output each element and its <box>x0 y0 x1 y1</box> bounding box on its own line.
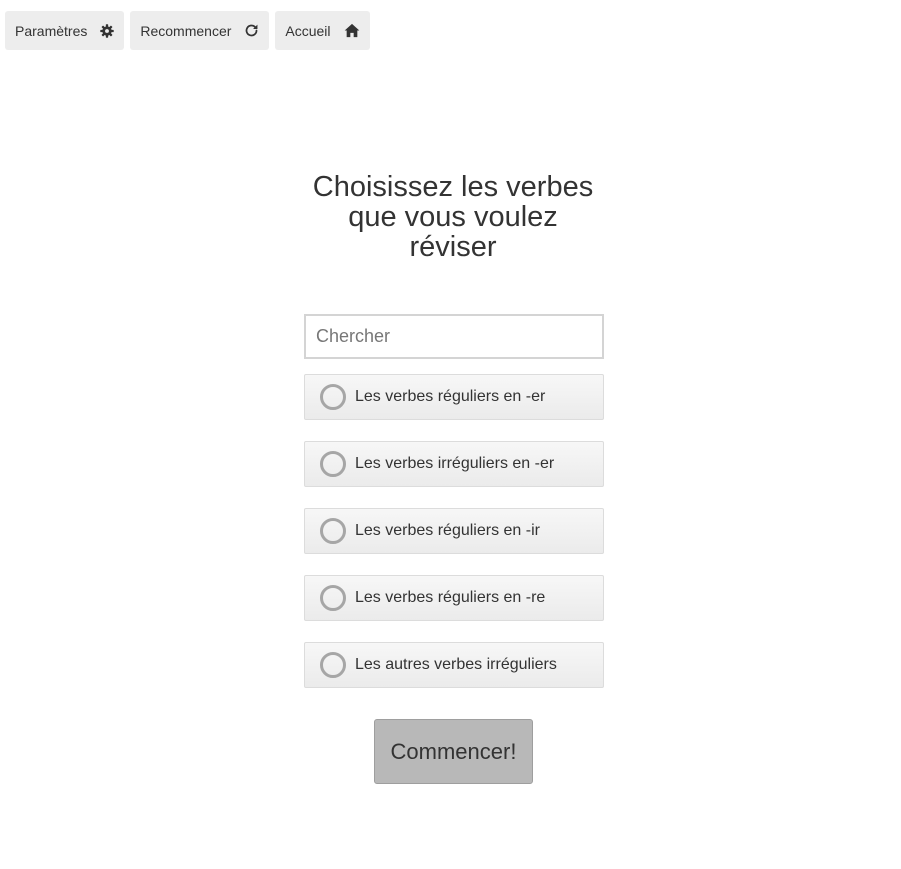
radio-icon[interactable] <box>320 384 346 410</box>
verb-group-label: Les verbes réguliers en -ir <box>355 522 540 539</box>
home-button-label: Accueil <box>285 22 331 39</box>
verb-group-label: Les autres verbes irréguliers <box>355 656 557 673</box>
gear-icon <box>100 23 115 38</box>
settings-button[interactable]: Paramètres <box>5 11 125 50</box>
verb-group-label: Les verbes irréguliers en -er <box>355 455 555 472</box>
verb-group-option[interactable]: Les verbes réguliers en -er <box>304 374 604 420</box>
home-button[interactable]: Accueil <box>275 11 370 50</box>
verb-group-label: Les verbes réguliers en -er <box>355 388 546 405</box>
radio-icon[interactable] <box>320 585 346 611</box>
restart-button-label: Recommencer <box>140 22 232 39</box>
radio-icon[interactable] <box>320 451 346 477</box>
radio-icon[interactable] <box>320 652 346 678</box>
radio-icon[interactable] <box>320 518 346 544</box>
search-input[interactable] <box>304 314 604 359</box>
settings-button-label: Paramètres <box>15 22 88 39</box>
start-button[interactable]: Commencer! <box>374 719 533 784</box>
top-toolbar: Paramètres Recommencer Accueil <box>5 11 370 50</box>
page-title: Choisissez les verbes que vous voulez ré… <box>312 171 594 263</box>
verb-group-option[interactable]: Les verbes réguliers en -re <box>304 575 604 621</box>
verb-group-label: Les verbes réguliers en -re <box>355 589 546 606</box>
home-icon <box>344 23 360 38</box>
refresh-icon <box>244 23 259 38</box>
restart-button[interactable]: Recommencer <box>130 11 270 50</box>
verb-group-option[interactable]: Les verbes irréguliers en -er <box>304 441 604 487</box>
verb-group-option[interactable]: Les verbes réguliers en -ir <box>304 508 604 554</box>
verb-group-list: Les verbes réguliers en -er Les verbes i… <box>304 374 604 688</box>
verb-group-option[interactable]: Les autres verbes irréguliers <box>304 642 604 688</box>
